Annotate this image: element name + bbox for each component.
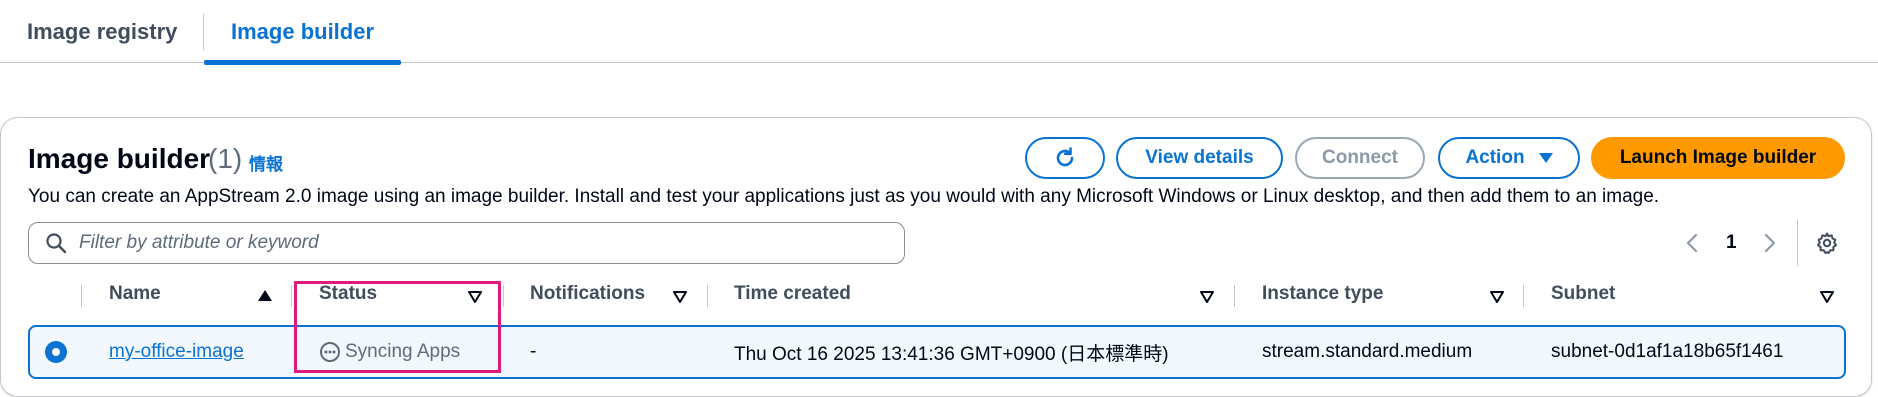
- instance-type-cell: stream.standard.medium: [1262, 341, 1473, 362]
- column-header-subnet[interactable]: Subnet: [1551, 273, 1615, 315]
- pager-divider: [1797, 220, 1798, 266]
- caret-down-icon: [1538, 153, 1553, 163]
- sort-icon[interactable]: [672, 290, 688, 304]
- next-page-button[interactable]: [1763, 222, 1777, 264]
- chevron-right-icon: [1764, 233, 1776, 253]
- in-progress-icon: [320, 342, 340, 362]
- column-divider: [707, 285, 708, 307]
- search-icon: [46, 233, 67, 254]
- launch-image-builder-button[interactable]: Launch Image builder: [1591, 137, 1845, 179]
- sort-icon[interactable]: [1199, 290, 1215, 304]
- filter-input[interactable]: [79, 232, 859, 254]
- column-divider: [291, 285, 292, 307]
- gear-icon: [1817, 232, 1837, 254]
- column-divider: [1234, 285, 1235, 307]
- image-builder-container: Image builder (1) 情報 View details Connec…: [0, 117, 1872, 397]
- table-settings-button[interactable]: [1815, 222, 1839, 264]
- table-row[interactable]: my-office-image Syncing Apps - Thu Oct 1…: [28, 325, 1846, 379]
- status-cell: Syncing Apps: [319, 327, 460, 377]
- info-link[interactable]: 情報: [249, 150, 283, 175]
- tab-image-builder[interactable]: Image builder: [204, 0, 402, 65]
- chevron-left-icon: [1686, 233, 1698, 253]
- page-description: You can create an AppStream 2.0 image us…: [28, 186, 1660, 207]
- status-text: Syncing Apps: [345, 341, 461, 362]
- image-builder-name-link[interactable]: my-office-image: [109, 327, 244, 377]
- tab-image-registry[interactable]: Image registry: [0, 0, 204, 63]
- action-label: Action: [1465, 147, 1525, 168]
- sort-ascending-icon[interactable]: [258, 290, 272, 301]
- item-count: (1): [208, 143, 243, 174]
- row-select-radio[interactable]: [45, 341, 67, 363]
- column-divider: [1523, 285, 1524, 307]
- refresh-button[interactable]: [1025, 137, 1105, 179]
- notifications-cell: -: [530, 341, 537, 362]
- view-details-button[interactable]: View details: [1116, 137, 1283, 179]
- page-title: Image builder: [28, 143, 211, 174]
- subnet-cell: subnet-0d1af1a18b65f1461: [1551, 341, 1784, 362]
- column-header-notifications[interactable]: Notifications: [530, 273, 645, 315]
- sort-icon[interactable]: [1489, 290, 1505, 304]
- column-header-name[interactable]: Name: [109, 273, 161, 315]
- column-divider: [503, 285, 504, 307]
- tab-bar: Image registry Image builder: [0, 0, 1878, 65]
- time-created-cell: Thu Oct 16 2025 13:41:36 GMT+0900 (日本標準時…: [734, 343, 1169, 365]
- column-header-time-created[interactable]: Time created: [734, 273, 851, 315]
- page-number-1[interactable]: 1: [1726, 222, 1737, 264]
- column-divider: [81, 285, 82, 307]
- column-header-instance-type[interactable]: Instance type: [1262, 273, 1383, 315]
- sort-icon[interactable]: [1819, 290, 1835, 304]
- refresh-icon: [1056, 147, 1074, 167]
- sort-icon[interactable]: [467, 290, 483, 304]
- filter-field[interactable]: [28, 222, 905, 264]
- action-dropdown-button[interactable]: Action: [1438, 137, 1580, 179]
- previous-page-button[interactable]: [1685, 222, 1699, 264]
- column-header-status[interactable]: Status: [319, 273, 377, 315]
- connect-button[interactable]: Connect: [1295, 137, 1425, 179]
